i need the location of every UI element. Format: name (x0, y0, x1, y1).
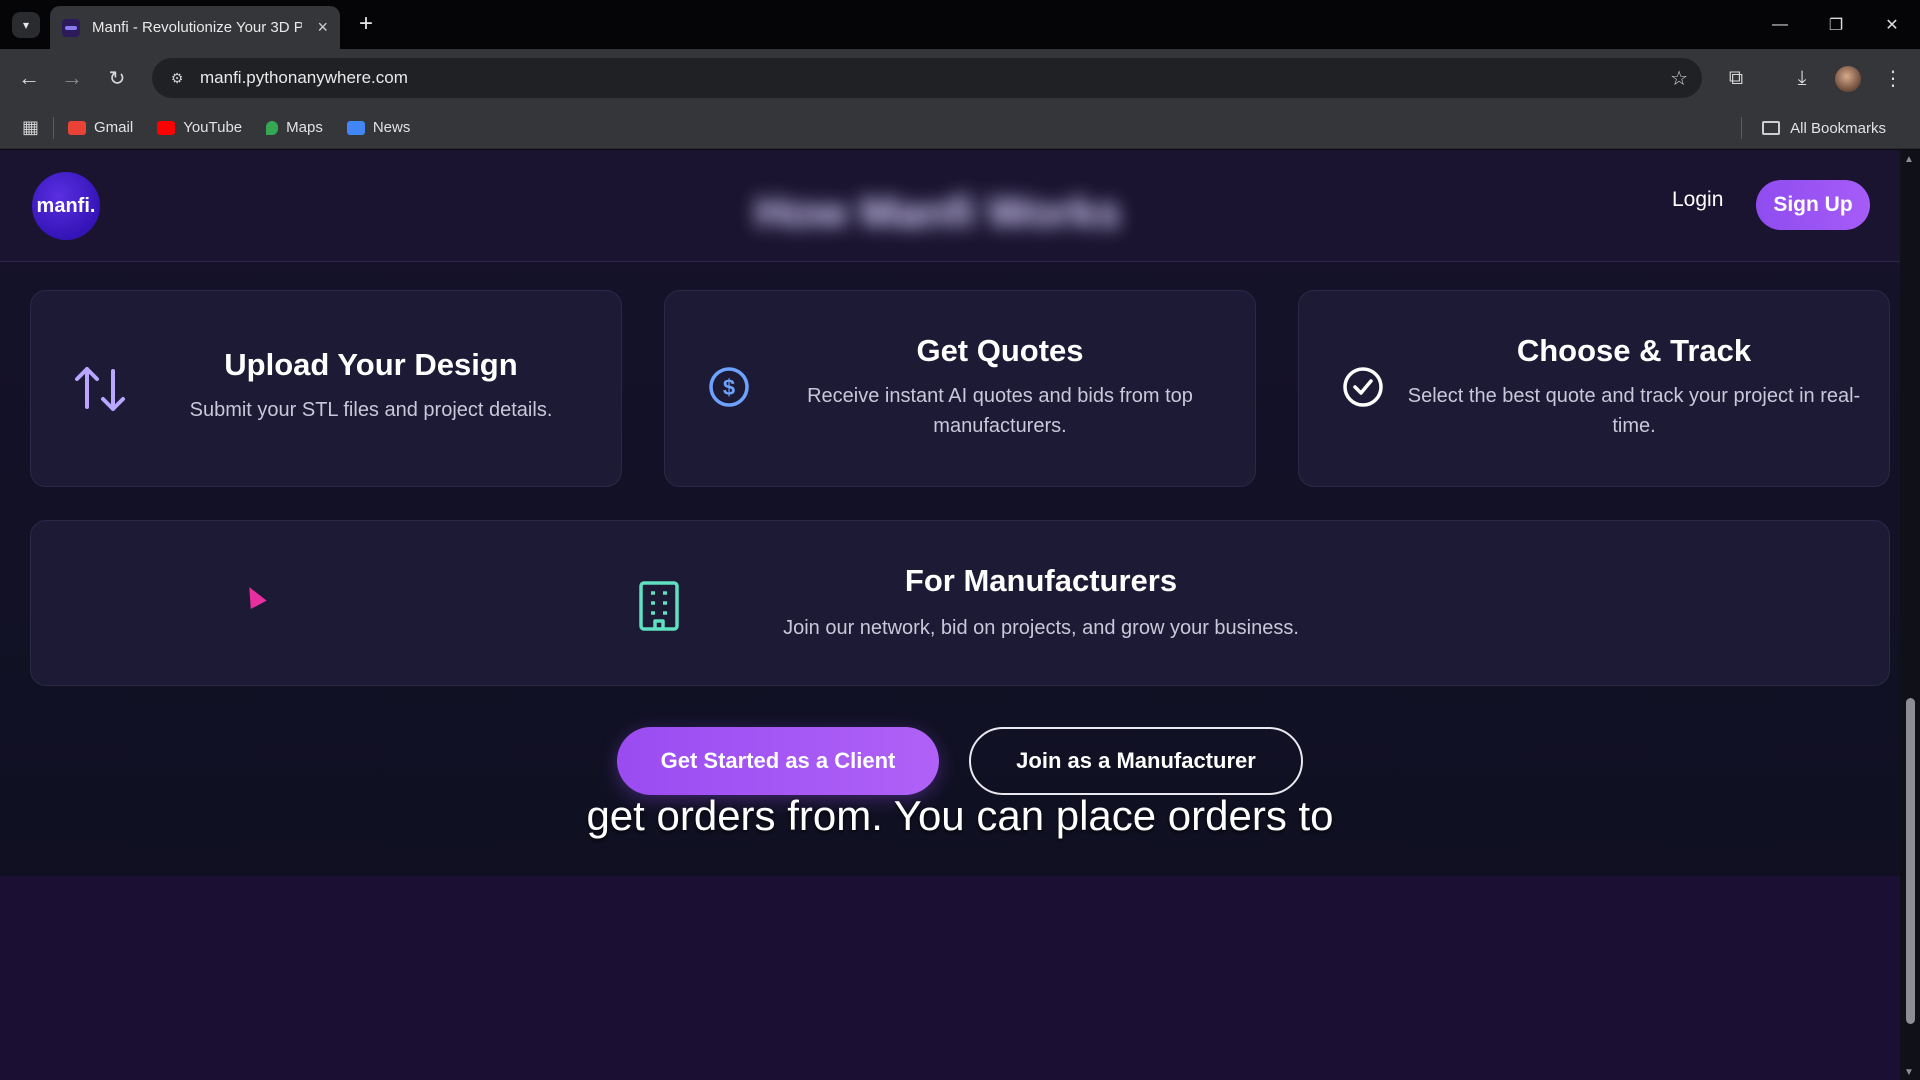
new-tab-button[interactable]: + (352, 10, 380, 38)
news-icon (346, 120, 365, 135)
bookmark-news[interactable]: News (346, 119, 411, 136)
all-bookmarks-button[interactable]: All Bookmarks (1727, 107, 1886, 149)
minimize-icon[interactable]: — (1752, 0, 1808, 49)
bookmark-maps[interactable]: Maps (266, 119, 323, 136)
join-manufacturer-button[interactable]: Join as a Manufacturer (969, 727, 1303, 795)
site-header: manfi. How Manfi Works Login Sign Up (0, 150, 1900, 262)
browser-toolbar: ← → ↻ ⚙ manfi.pythonanywhere.com ☆ ⧉ ⤓ ⋮ (0, 49, 1920, 107)
check-circle-icon (1341, 365, 1385, 409)
scroll-down-icon[interactable]: ▼ (1904, 1067, 1914, 1078)
tab-favicon-icon (62, 18, 80, 37)
bookmark-label: News (372, 119, 411, 136)
tab-close-icon[interactable]: × (317, 17, 328, 38)
step-card-upload: Upload Your Design Submit your STL files… (30, 290, 622, 487)
step-card-quotes: $ Get Quotes Receive instant AI quotes a… (664, 290, 1256, 487)
dollar-circle-icon: $ (707, 365, 751, 409)
maps-icon (266, 120, 279, 135)
gmail-icon (68, 120, 87, 135)
reload-icon[interactable]: ↻ (102, 63, 132, 93)
manufacturers-title: For Manufacturers (904, 563, 1178, 598)
bookmark-separator (53, 116, 55, 139)
url-text[interactable]: manfi.pythonanywhere.com (200, 68, 408, 88)
arrows-up-down-icon (73, 363, 129, 415)
login-link[interactable]: Login (1672, 188, 1723, 212)
bookmark-youtube[interactable]: YouTube (157, 119, 242, 136)
bookmark-label: Maps (286, 119, 323, 136)
sign-up-button[interactable]: Sign Up (1756, 180, 1870, 230)
site-info-icon[interactable]: ⚙ (166, 67, 188, 89)
tab-search-button[interactable]: ▾ (12, 12, 40, 38)
menu-kebab-icon[interactable]: ⋮ (1879, 64, 1907, 92)
bookmarks-bar: ▦ Gmail YouTube Maps News All Bookmarks (0, 107, 1920, 149)
header-title-blurred: How Manfi Works (755, 188, 1121, 237)
address-bar[interactable]: ⚙ manfi.pythonanywhere.com ☆ (152, 58, 1702, 98)
close-window-icon[interactable]: ✕ (1864, 0, 1920, 49)
get-started-client-button[interactable]: Get Started as a Client (617, 727, 939, 795)
bookmark-star-icon[interactable]: ☆ (1670, 66, 1688, 91)
step-title: Choose & Track (1516, 333, 1752, 368)
profile-avatar[interactable] (1835, 66, 1861, 92)
forward-icon[interactable]: → (57, 63, 87, 93)
folder-icon (1762, 121, 1781, 135)
window-controls: — ❐ ✕ (1752, 0, 1920, 49)
tab-strip: ▾ Manfi - Revolutionize Your 3D P × + — … (0, 0, 1920, 49)
restore-icon[interactable]: ❐ (1808, 0, 1864, 49)
manfi-logo[interactable]: manfi. (32, 172, 100, 240)
browser-tab[interactable]: Manfi - Revolutionize Your 3D P × (50, 6, 340, 49)
step-description: Receive instant AI quotes and bids from … (807, 385, 1193, 437)
bookmark-label: YouTube (183, 119, 243, 136)
page-scrollbar[interactable]: ▲ ▼ (1900, 150, 1920, 1080)
extensions-icon[interactable]: ⧉ (1722, 64, 1750, 92)
all-bookmarks-label: All Bookmarks (1790, 119, 1886, 137)
step-title: Upload Your Design (224, 347, 518, 382)
footer-section (0, 876, 1900, 1080)
step-card-track: Choose & Track Select the best quote and… (1298, 290, 1890, 487)
youtube-icon (157, 120, 176, 135)
apps-grid-icon[interactable]: ▦ (22, 117, 39, 138)
page-viewport: manfi. How Manfi Works Login Sign Up Upl… (0, 150, 1900, 1080)
bookmark-gmail[interactable]: Gmail (68, 119, 133, 136)
building-icon (631, 577, 687, 633)
step-description: Select the best quote and track your pro… (1407, 385, 1861, 437)
video-subtitle: get orders from. You can place orders to (586, 792, 1334, 839)
manufacturers-card: For Manufacturers Join our network, bid … (30, 520, 1890, 686)
bookmark-label: Gmail (94, 119, 134, 136)
manufacturers-description: Join our network, bid on projects, and g… (783, 617, 1299, 639)
step-title: Get Quotes (916, 333, 1084, 368)
bookmark-separator (1741, 117, 1743, 139)
svg-text:$: $ (723, 375, 735, 400)
download-icon[interactable]: ⤓ (1788, 64, 1816, 92)
tab-title: Manfi - Revolutionize Your 3D P (92, 19, 302, 36)
scroll-thumb[interactable] (1906, 698, 1915, 1024)
back-icon[interactable]: ← (14, 63, 44, 93)
step-description: Submit your STL files and project detail… (189, 399, 553, 421)
scroll-up-icon[interactable]: ▲ (1904, 154, 1914, 165)
